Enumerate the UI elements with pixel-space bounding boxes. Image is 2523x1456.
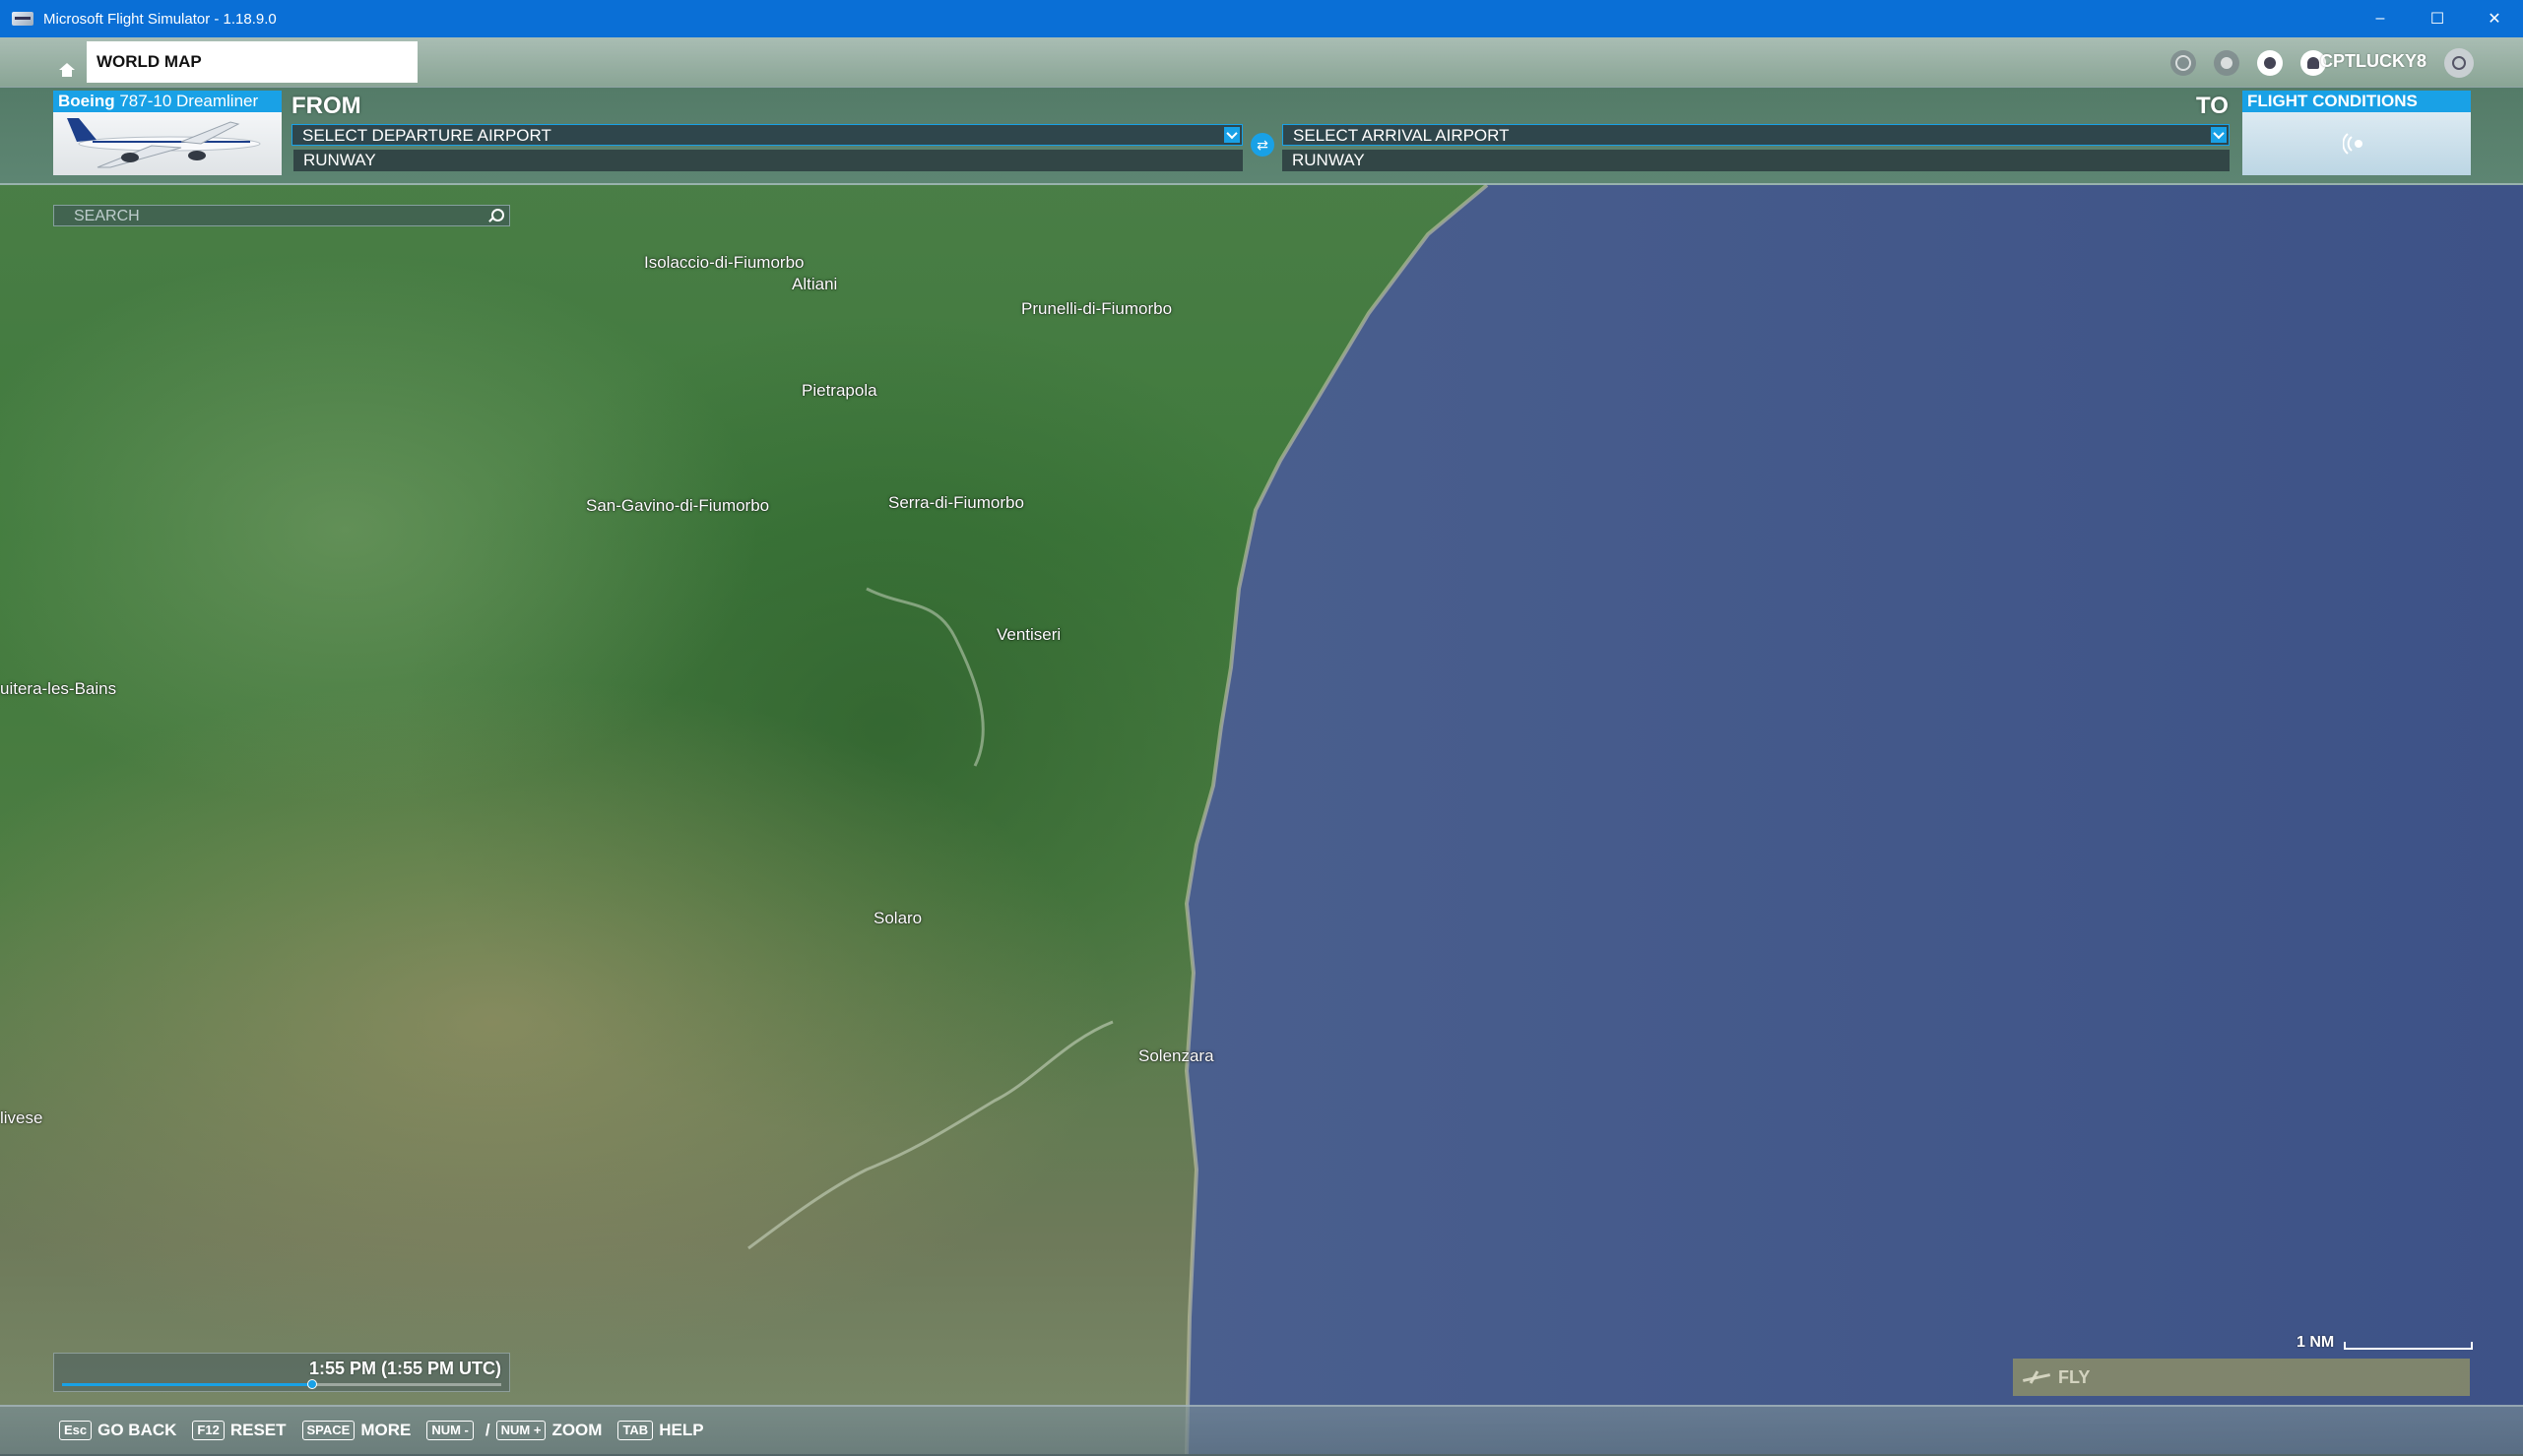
key-tab: TAB [617,1421,654,1440]
key-f12: F12 [192,1421,225,1440]
chevron-down-icon[interactable] [1224,127,1240,143]
departure-airport-select[interactable]: SELECT DEPARTURE AIRPORT [291,124,1243,146]
map-place-label[interactable]: Solenzara [1138,1046,1214,1066]
time-of-day-panel: 1:55 PM (1:55 PM UTC) [53,1353,510,1392]
from-label: FROM [291,93,361,119]
home-icon [59,63,75,77]
hint-help[interactable]: TAB HELP [617,1421,704,1440]
window-controls: – ☐ ✕ [2352,0,2523,37]
arrival-runway-select[interactable]: RUNWAY [1282,150,2230,171]
swap-airports-button[interactable]: ⇄ [1251,133,1274,157]
map-place-label[interactable]: Pietrapola [802,381,877,401]
tab-world-map[interactable]: WORLD MAP [87,41,418,83]
flight-conditions-label: FLIGHT CONDITIONS [2242,91,2471,112]
window-title: Microsoft Flight Simulator - 1.18.9.0 [43,10,277,28]
key-num-plus: NUM + [495,1421,547,1440]
hint-label: ZOOM [551,1421,603,1439]
username-label[interactable]: CPTLUCKY8 [2320,51,2426,72]
top-icon-group [2170,50,2326,76]
map-place-label[interactable]: Solaro [873,909,922,928]
time-label: 1:55 PM (1:55 PM UTC) [308,1359,501,1378]
map-search [53,205,510,227]
window-titlebar: Microsoft Flight Simulator - 1.18.9.0 – … [0,0,2523,37]
weather-signal-icon [2343,133,2362,155]
hint-more[interactable]: SPACE MORE [301,1421,412,1440]
top-nav-bar: WORLD MAP CPTLUCKY8 [0,37,2523,88]
aircraft-selector[interactable]: Boeing 787-10 Dreamliner [53,91,282,175]
flight-conditions-panel[interactable]: FLIGHT CONDITIONS [2242,91,2471,175]
map-place-label[interactable]: Prunelli-di-Fiumorbo [1021,299,1172,319]
aircraft-thumbnail [53,112,282,175]
search-input[interactable] [54,206,489,227]
hint-label: GO BACK [97,1421,177,1439]
aircraft-brand: Boeing [58,92,115,110]
minimize-button[interactable]: – [2352,0,2409,37]
hint-go-back[interactable]: Esc GO BACK [59,1421,176,1440]
map-scale-label: 1 NM [2297,1334,2335,1351]
map-place-label[interactable]: uitera-les-Bains [0,679,116,699]
map-place-label[interactable]: Ventiseri [997,625,1061,645]
airplane-image-icon [67,118,261,168]
sea-area [747,183,2523,1454]
hint-zoom[interactable]: NUM - / NUM + ZOOM [426,1421,602,1440]
aircraft-model: 787-10 Dreamliner [119,92,259,110]
world-map[interactable]: Isolaccio-di-Fiumorbo Altiani Prunelli-d… [0,37,2523,1454]
home-button[interactable] [55,49,79,77]
airplane-icon [2023,1370,2052,1384]
river [866,587,985,767]
fly-button[interactable]: FLY [2013,1359,2470,1396]
app-icon [12,12,33,26]
map-place-label[interactable]: Serra-di-Fiumorbo [888,493,1024,513]
arrival-airport-select[interactable]: SELECT ARRIVAL AIRPORT [1282,124,2230,146]
map-scale-bar [2344,1342,2473,1350]
chevron-down-icon[interactable] [2211,127,2227,143]
key-separator: / [485,1421,490,1439]
key-hints: Esc GO BACK F12 RESET SPACE MORE NUM - /… [59,1421,720,1440]
time-slider-fill [62,1383,312,1386]
map-place-label[interactable]: Altiani [792,275,837,294]
to-label: TO [2196,93,2229,119]
swap-arrows-icon: ⇄ [1257,136,1268,153]
map-place-label[interactable]: livese [0,1108,42,1128]
user-avatar-icon[interactable] [2444,48,2474,78]
sea-shape [1187,185,2523,1454]
profile-icon[interactable] [2257,50,2283,76]
arrival-airport-placeholder: SELECT ARRIVAL AIRPORT [1293,126,1510,145]
time-slider[interactable] [62,1379,501,1389]
key-num-minus: NUM - [426,1421,474,1440]
time-slider-handle[interactable] [307,1379,317,1389]
key-space: SPACE [301,1421,356,1440]
close-button[interactable]: ✕ [2466,0,2523,37]
flight-plan-bar: Boeing 787-10 Dreamliner FROM TO SELECT … [0,87,2523,185]
map-place-label[interactable]: San-Gavino-di-Fiumorbo [586,496,769,516]
departure-airport-placeholder: SELECT DEPARTURE AIRPORT [302,126,551,145]
maximize-button[interactable]: ☐ [2409,0,2466,37]
aircraft-name: Boeing 787-10 Dreamliner [53,91,282,112]
hint-reset[interactable]: F12 RESET [192,1421,287,1440]
friends-icon[interactable] [2214,50,2239,76]
departure-runway-select[interactable]: RUNWAY [293,150,1243,171]
key-esc: Esc [59,1421,93,1440]
search-icon[interactable] [491,209,504,222]
hint-label: HELP [659,1421,704,1439]
hint-label: MORE [360,1421,412,1439]
fly-button-label: FLY [2058,1366,2091,1387]
map-place-label[interactable]: Isolaccio-di-Fiumorbo [644,253,805,273]
globe-icon[interactable] [2170,50,2196,76]
hint-label: RESET [229,1421,287,1439]
bottom-hint-bar: Esc GO BACK F12 RESET SPACE MORE NUM - /… [0,1405,2523,1456]
river [747,1020,1114,1250]
